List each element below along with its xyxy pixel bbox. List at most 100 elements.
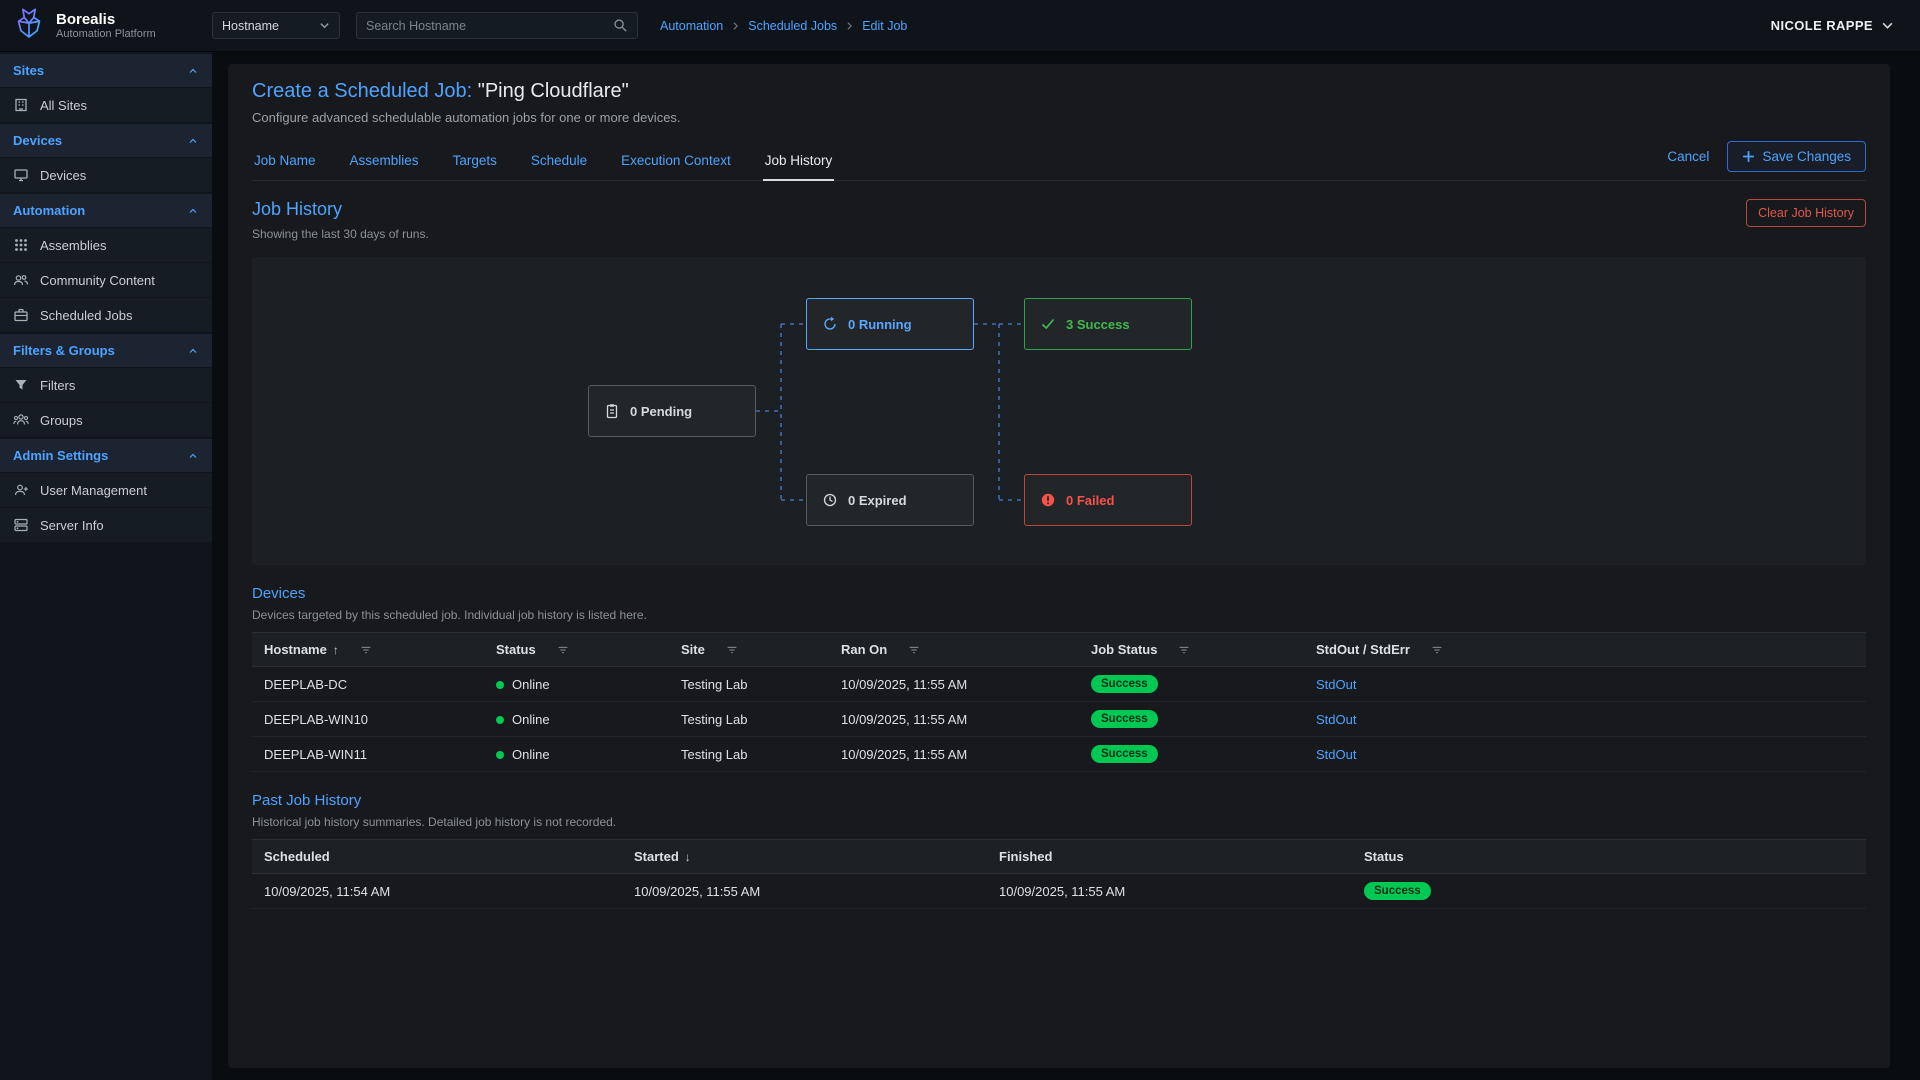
filter-list-icon[interactable] — [556, 643, 570, 657]
sidebar-item-groups[interactable]: Groups — [0, 403, 212, 437]
sidebar-section-admin-settings[interactable]: Admin Settings — [0, 439, 212, 472]
success-badge: Success — [1091, 710, 1158, 728]
brand-logo-block[interactable]: Borealis Automation Platform — [0, 7, 212, 45]
cell-job-status: Success — [1079, 737, 1304, 772]
sidebar-section-devices[interactable]: Devices — [0, 124, 212, 157]
success-badge: Success — [1091, 675, 1158, 693]
sidebar-item-label: Assemblies — [40, 238, 106, 253]
edit-job-panel: Create a Scheduled Job: "Ping Cloudflare… — [228, 64, 1890, 1068]
col-status[interactable]: Status — [484, 633, 669, 667]
breadcrumb-automation[interactable]: Automation — [660, 19, 723, 33]
search-icon[interactable] — [613, 18, 628, 33]
sidebar-item-label: User Management — [40, 483, 147, 498]
main-area: Create a Scheduled Job: "Ping Cloudflare… — [212, 52, 1920, 1080]
filter-list-icon[interactable] — [1430, 643, 1444, 657]
section-label: Automation — [13, 203, 85, 218]
flow-box-running: 0 Running — [806, 298, 974, 350]
col-scheduled[interactable]: Scheduled — [252, 840, 622, 874]
col-finished[interactable]: Finished — [987, 840, 1352, 874]
cell-status: Online — [484, 667, 669, 702]
breadcrumb-scheduled-jobs[interactable]: Scheduled Jobs — [748, 19, 837, 33]
filter-list-icon[interactable] — [1177, 643, 1191, 657]
job-status-flow-diagram: 0 Pending 0 Running 3 Success 0 Expired — [252, 257, 1866, 565]
cell-hostname: DEEPLAB-WIN11 — [252, 737, 484, 772]
sidebar-section-automation[interactable]: Automation — [0, 194, 212, 227]
cell-site: Testing Lab — [669, 702, 829, 737]
tab-schedule[interactable]: Schedule — [529, 145, 589, 180]
device-row[interactable]: DEEPLAB-WIN11 Online Testing Lab 10/09/2… — [252, 737, 1866, 772]
section-label: Sites — [13, 63, 44, 78]
sidebar-item-server-info[interactable]: Server Info — [0, 508, 212, 542]
search-input[interactable] — [366, 19, 613, 33]
clipboard-icon — [604, 403, 620, 419]
plus-icon — [1742, 150, 1755, 163]
chevron-up-icon — [187, 450, 199, 462]
people-icon — [13, 272, 29, 288]
sidebar: Sites All Sites Devices Devices Automati… — [0, 52, 212, 1080]
tab-targets[interactable]: Targets — [451, 145, 499, 180]
stdout-link[interactable]: StdOut — [1316, 677, 1356, 692]
col-job-status[interactable]: Job Status — [1079, 633, 1304, 667]
hostname-filter-select[interactable]: Hostname — [212, 12, 340, 39]
tab-assemblies[interactable]: Assemblies — [348, 145, 421, 180]
user-menu[interactable]: NICOLE RAPPE — [1771, 18, 1894, 33]
flow-running-label: 0 Running — [848, 317, 912, 332]
past-job-history-table: Scheduled Started↓ Finished Status 10/09… — [252, 839, 1866, 909]
flow-expired-label: 0 Expired — [848, 493, 907, 508]
save-changes-button[interactable]: Save Changes — [1727, 141, 1866, 172]
flow-failed-label: 0 Failed — [1066, 493, 1114, 508]
filter-list-icon[interactable] — [907, 643, 921, 657]
cell-job-status: Success — [1079, 667, 1304, 702]
cell-ran-on: 10/09/2025, 11:55 AM — [829, 667, 1079, 702]
section-label: Filters & Groups — [13, 343, 115, 358]
cell-stdout: StdOut — [1304, 737, 1866, 772]
sidebar-section-sites[interactable]: Sites — [0, 54, 212, 87]
sidebar-item-scheduled-jobs[interactable]: Scheduled Jobs — [0, 298, 212, 332]
sidebar-item-all-sites[interactable]: All Sites — [0, 88, 212, 122]
sidebar-item-label: Server Info — [40, 518, 104, 533]
col-status[interactable]: Status — [1352, 840, 1866, 874]
col-site[interactable]: Site — [669, 633, 829, 667]
sidebar-section-filters-groups[interactable]: Filters & Groups — [0, 334, 212, 367]
section-label: Devices — [13, 133, 62, 148]
monitor-icon — [13, 167, 29, 183]
success-badge: Success — [1091, 745, 1158, 763]
past-history-row[interactable]: 10/09/2025, 11:54 AM 10/09/2025, 11:55 A… — [252, 874, 1866, 909]
sort-asc-icon[interactable]: ↑ — [333, 643, 339, 657]
tab-execution-context[interactable]: Execution Context — [619, 145, 733, 180]
filter-list-icon[interactable] — [359, 643, 373, 657]
sidebar-item-user-management[interactable]: User Management — [0, 473, 212, 507]
col-started[interactable]: Started↓ — [622, 840, 987, 874]
col-stdout-stderr[interactable]: StdOut / StdErr — [1304, 633, 1866, 667]
user-icon — [13, 482, 29, 498]
col-hostname[interactable]: Hostname↑ — [252, 633, 484, 667]
tab-job-history[interactable]: Job History — [763, 145, 835, 181]
sidebar-item-label: Community Content — [40, 273, 155, 288]
funnel-icon — [13, 377, 29, 393]
col-ran-on[interactable]: Ran On — [829, 633, 1079, 667]
cancel-button[interactable]: Cancel — [1667, 149, 1709, 164]
sort-desc-icon[interactable]: ↓ — [685, 850, 691, 864]
stdout-link[interactable]: StdOut — [1316, 747, 1356, 762]
grid-icon — [13, 237, 29, 253]
clear-job-history-button[interactable]: Clear Job History — [1746, 199, 1866, 227]
sidebar-item-filters[interactable]: Filters — [0, 368, 212, 402]
sidebar-item-assemblies[interactable]: Assemblies — [0, 228, 212, 262]
page-title: Create a Scheduled Job: "Ping Cloudflare… — [252, 80, 1866, 103]
filter-list-icon[interactable] — [725, 643, 739, 657]
sidebar-item-community-content[interactable]: Community Content — [0, 263, 212, 297]
tab-job-name[interactable]: Job Name — [252, 145, 318, 180]
error-icon — [1040, 492, 1056, 508]
device-row[interactable]: DEEPLAB-DC Online Testing Lab 10/09/2025… — [252, 667, 1866, 702]
online-status-dot — [496, 681, 504, 689]
page-title-job-name: "Ping Cloudflare" — [478, 80, 629, 102]
stdout-link[interactable]: StdOut — [1316, 712, 1356, 727]
device-row[interactable]: DEEPLAB-WIN10 Online Testing Lab 10/09/2… — [252, 702, 1866, 737]
past-job-history-subheading: Historical job history summaries. Detail… — [252, 815, 1866, 829]
chevron-up-icon — [187, 135, 199, 147]
breadcrumb-edit-job[interactable]: Edit Job — [862, 19, 907, 33]
online-status-dot — [496, 716, 504, 724]
brand-subtitle: Automation Platform — [56, 28, 156, 40]
sidebar-item-devices[interactable]: Devices — [0, 158, 212, 192]
building-icon — [13, 97, 29, 113]
